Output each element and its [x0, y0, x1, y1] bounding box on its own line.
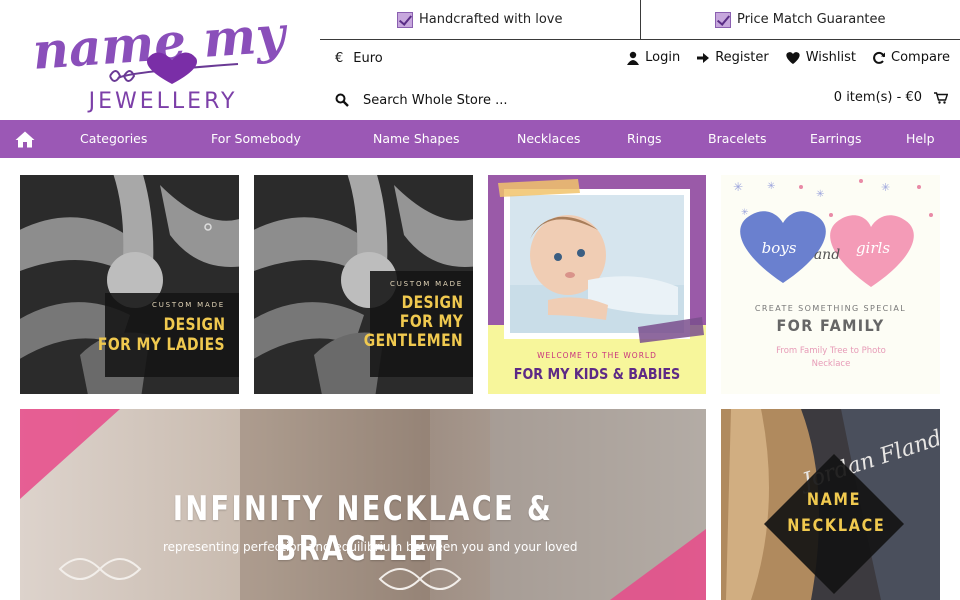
register-link[interactable]: Register	[696, 50, 769, 65]
snowflake-icon: ✳	[741, 208, 749, 218]
tile-title: FOR MY KIDS & BABIES	[513, 365, 681, 383]
cart-button[interactable]: 0 item(s) - €0	[834, 90, 948, 105]
tile-kicker: CREATE SOMETHING SPECIAL	[754, 304, 907, 313]
tile-design-for-gentlemen[interactable]: CUSTOM MADE DESIGN FOR MY GENTLEMEN	[254, 175, 473, 394]
heart-icon	[786, 51, 800, 64]
login-label: Login	[645, 50, 681, 65]
cart-icon	[934, 91, 948, 104]
tile-design-for-ladies[interactable]: CUSTOM MADE DESIGN FOR MY LADIES	[20, 175, 239, 394]
user-icon	[627, 51, 640, 65]
usp-bar: Handcrafted with love Price Match Guaran…	[320, 0, 960, 40]
home-link[interactable]	[0, 131, 50, 148]
nav-for-somebody[interactable]: For Somebody	[211, 131, 301, 146]
snowflake-icon: ✳	[881, 181, 890, 194]
banner-infinity-necklace-bracelet[interactable]: INFINITY NECKLACE & BRACELET representin…	[20, 409, 706, 600]
caption-kicker: CUSTOM MADE	[390, 280, 463, 288]
tile-description: From Family Tree to Photo Necklace	[776, 346, 886, 369]
caption-line1: DESIGN	[401, 293, 463, 313]
tile-title-line1: NAME	[806, 490, 862, 510]
caption-box: CUSTOM MADE DESIGN FOR MY LADIES	[98, 293, 239, 377]
caption-box: CUSTOM MADE DESIGN FOR MY GENTLEMEN	[364, 271, 473, 377]
compare-link[interactable]: Compare	[872, 50, 950, 65]
wishlist-link[interactable]: Wishlist	[785, 50, 856, 65]
tile-name-necklace[interactable]: Jordan Flanders NAME NECKLACE	[721, 409, 940, 600]
nav-categories[interactable]: Categories	[80, 131, 147, 146]
nav-name-shapes[interactable]: Name Shapes	[373, 131, 460, 146]
nav-earrings[interactable]: Earrings	[810, 131, 861, 146]
usp-label: Price Match Guarantee	[736, 12, 886, 27]
caption-line1: DESIGN	[163, 315, 225, 335]
snowflake-icon: ✳	[733, 180, 743, 194]
nav-bracelets[interactable]: Bracelets	[708, 131, 767, 146]
main-navigation: Categories For Somebody Name Shapes Neck…	[0, 120, 960, 158]
tile-for-kids-babies[interactable]: WELCOME TO THE WORLD FOR MY KIDS & BABIE…	[488, 175, 706, 394]
search-bar	[335, 88, 735, 112]
account-links: Login Register Wishlist Compare	[626, 50, 950, 65]
caption-kicker: CUSTOM MADE	[152, 301, 225, 309]
tile-kicker: WELCOME TO THE WORLD	[537, 351, 657, 360]
snowflake-icon: ✳	[767, 181, 775, 192]
baby-photo	[488, 175, 706, 394]
caption-line2: FOR MY	[399, 312, 463, 332]
check-icon	[714, 11, 731, 28]
tile-for-family[interactable]: ✳ ✳ ✳ ✳ ✳ boys and girls CREATE SOMETHIN…	[721, 175, 940, 394]
sign-in-icon	[697, 52, 710, 63]
banner-subtitle: representing perfection and equilibrium …	[163, 540, 578, 554]
nav-rings[interactable]: Rings	[627, 131, 662, 146]
wishlist-label: Wishlist	[805, 50, 857, 65]
compare-label: Compare	[891, 50, 950, 65]
site-logo[interactable]: name my JEWELLERY	[0, 0, 320, 120]
usp-label: Handcrafted with love	[419, 12, 563, 27]
usp-price-match: Price Match Guarantee	[639, 0, 960, 39]
banner-title: INFINITY NECKLACE & BRACELET	[172, 489, 554, 569]
cart-summary: 0 item(s) - €0	[833, 90, 922, 105]
tile-title: FOR FAMILY	[776, 316, 885, 335]
home-icon	[15, 131, 35, 147]
register-label: Register	[715, 50, 769, 65]
heart-word-girls: girls	[856, 239, 890, 257]
tile-title: NAME NECKLACE	[787, 487, 886, 539]
search-input[interactable]	[363, 92, 663, 108]
login-link[interactable]: Login	[626, 50, 680, 65]
refresh-icon	[873, 51, 886, 64]
caption-line3: GENTLEMEN	[363, 331, 463, 351]
logo-wordmark: JEWELLERY	[87, 89, 238, 114]
currency-label: Euro	[353, 51, 383, 66]
nav-help[interactable]: Help	[906, 131, 935, 146]
heart-word-boys: boys	[762, 239, 797, 257]
snowflake-icon: ✳	[816, 189, 824, 200]
check-icon	[397, 11, 413, 28]
tile-title-line2: NECKLACE	[787, 516, 886, 536]
nav-necklaces[interactable]: Necklaces	[517, 131, 580, 146]
currency-selector[interactable]: € Euro	[335, 51, 383, 66]
caption-line2: FOR MY LADIES	[97, 335, 225, 355]
usp-handcrafted: Handcrafted with love	[320, 0, 640, 39]
euro-icon: €	[335, 51, 344, 66]
heart-word-and: and	[814, 247, 840, 263]
search-icon[interactable]	[335, 93, 349, 107]
